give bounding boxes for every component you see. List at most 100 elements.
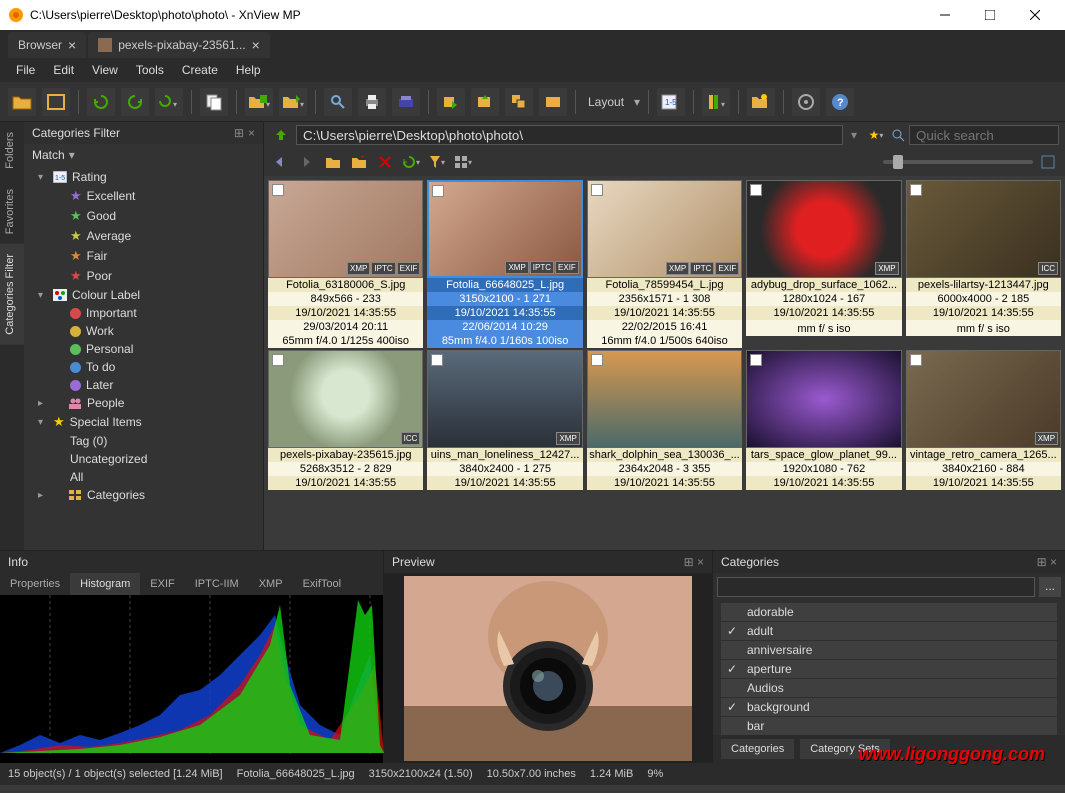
menu-create[interactable]: Create (174, 60, 226, 80)
side-tab-favorites[interactable]: Favorites (0, 179, 24, 244)
up-button[interactable] (270, 124, 292, 146)
tab-image[interactable]: pexels-pixabay-23561...× (88, 32, 270, 58)
tree-group[interactable]: ▾★Special Items (28, 412, 259, 432)
category-filter-input[interactable] (717, 577, 1035, 597)
thumbnail-size-slider[interactable] (883, 160, 1033, 164)
view-mode-button[interactable]: ▾ (452, 151, 474, 173)
menu-tools[interactable]: Tools (128, 60, 172, 80)
thumbnail-checkbox[interactable] (272, 354, 284, 366)
category-item[interactable]: ✓aperture (721, 660, 1057, 678)
rotate-cw-button[interactable] (121, 88, 149, 116)
search-button[interactable] (324, 88, 352, 116)
tab-category-sets[interactable]: Category Sets (800, 739, 890, 759)
category-item[interactable]: ✓background (721, 698, 1057, 716)
category-item[interactable]: bar (721, 717, 1057, 735)
tree-item[interactable]: Tag (0) (28, 432, 259, 450)
tree-group[interactable]: ▸People (28, 394, 259, 412)
info-tab-exiftool[interactable]: ExifTool (293, 573, 352, 595)
panel-close-icon[interactable]: × (1050, 555, 1057, 569)
new-folder-button[interactable]: * (348, 151, 370, 173)
forward-button[interactable] (296, 151, 318, 173)
search-input[interactable] (909, 125, 1059, 145)
filter-button[interactable]: ▾ (426, 151, 448, 173)
thumbnail-checkbox[interactable] (910, 354, 922, 366)
tab-browser[interactable]: Browser× (8, 32, 86, 58)
export-button[interactable] (471, 88, 499, 116)
delete-button[interactable] (374, 151, 396, 173)
menu-file[interactable]: File (8, 60, 43, 80)
settings-button[interactable] (792, 88, 820, 116)
tree-group[interactable]: ▸Categories (28, 486, 259, 504)
tree-item[interactable]: Personal (28, 340, 259, 358)
thumbnail[interactable]: XMPIPTCEXIFFotolia_78599454_L.jpg2356x15… (587, 180, 742, 348)
back-button[interactable] (270, 151, 292, 173)
info-tab-histogram[interactable]: Histogram (70, 573, 140, 595)
tree-group[interactable]: ▾Colour Label (28, 286, 259, 304)
thumbnail-checkbox[interactable] (910, 184, 922, 196)
print-button[interactable] (358, 88, 386, 116)
help-button[interactable]: ? (826, 88, 854, 116)
favorite-button[interactable]: ★▾ (865, 124, 887, 146)
tree-item[interactable]: Work (28, 322, 259, 340)
tree-item[interactable]: To do (28, 358, 259, 376)
thumbnail[interactable]: XMPIPTCEXIFFotolia_63180006_S.jpg849x566… (268, 180, 423, 348)
tree-item[interactable]: Important (28, 304, 259, 322)
sort-button[interactable]: 1-5 (657, 88, 685, 116)
copy-button[interactable] (200, 88, 228, 116)
maximize-icon[interactable] (1037, 151, 1059, 173)
rotate-ccw-button[interactable] (87, 88, 115, 116)
thumbnail[interactable]: shark_dolphin_sea_130036_...2364x2048 - … (587, 350, 742, 490)
info-tab-xmp[interactable]: XMP (249, 573, 293, 595)
tree-item[interactable]: ★Poor (28, 266, 259, 286)
tree-item[interactable]: Later (28, 376, 259, 394)
tree-item[interactable]: ★Good (28, 206, 259, 226)
close-icon[interactable]: × (68, 37, 76, 53)
close-button[interactable] (1012, 1, 1057, 29)
thumbnail-checkbox[interactable] (750, 184, 762, 196)
thumbnail[interactable]: XMPvintage_retro_camera_1265...3840x2160… (906, 350, 1061, 490)
panel-dock-icon[interactable]: ⊞ (684, 555, 694, 569)
thumbnail-checkbox[interactable] (750, 354, 762, 366)
thumbnail[interactable]: XMPIPTCEXIFFotolia_66648025_L.jpg3150x21… (427, 180, 582, 348)
tree-item[interactable]: ★Fair (28, 246, 259, 266)
tree-item[interactable]: Uncategorized (28, 450, 259, 468)
open-button[interactable] (8, 88, 36, 116)
category-item[interactable]: ✓adult (721, 622, 1057, 640)
thumbnail[interactable]: ICCpexels-lilartsy-1213447.jpg6000x4000 … (906, 180, 1061, 348)
category-item[interactable]: anniversaire (721, 641, 1057, 659)
panel-close-icon[interactable]: × (697, 555, 704, 569)
layout-dropdown[interactable]: Layout (584, 95, 628, 109)
thumbnail-checkbox[interactable] (432, 185, 444, 197)
info-tab-properties[interactable]: Properties (0, 573, 70, 595)
menu-edit[interactable]: Edit (45, 60, 82, 80)
thumbnail-checkbox[interactable] (272, 184, 284, 196)
minimize-button[interactable] (922, 1, 967, 29)
thumbnail[interactable]: XMPadybug_drop_surface_1062...1280x1024 … (746, 180, 901, 348)
checkbox[interactable]: ✓ (725, 700, 739, 714)
thumbnail[interactable]: ICCpexels-pixabay-235615.jpg5268x3512 - … (268, 350, 423, 490)
scan-button[interactable] (392, 88, 420, 116)
maximize-button[interactable] (967, 1, 1012, 29)
fullscreen-button[interactable] (42, 88, 70, 116)
preview-image[interactable] (384, 573, 712, 763)
bookmarks-button[interactable]: ▾ (702, 88, 730, 116)
thumbnail[interactable]: XMPuins_man_loneliness_12427...3840x2400… (427, 350, 582, 490)
info-tab-iptc-iim[interactable]: IPTC-IIM (185, 573, 249, 595)
thumbnail-checkbox[interactable] (431, 354, 443, 366)
category-item[interactable]: Audios (721, 679, 1057, 697)
thumbnail-checkbox[interactable] (591, 354, 603, 366)
rotate-dropdown-button[interactable]: ▾ (155, 88, 183, 116)
side-tab-folders[interactable]: Folders (0, 122, 24, 179)
folder-copy-button[interactable]: ▾ (245, 88, 273, 116)
close-icon[interactable]: × (252, 37, 260, 53)
side-tab-categories-filter[interactable]: Categories Filter (0, 244, 24, 345)
panel-dock-icon[interactable]: ⊞ (234, 126, 244, 140)
tab-categories[interactable]: Categories (721, 739, 794, 759)
slideshow-button[interactable] (539, 88, 567, 116)
panel-close-icon[interactable]: × (248, 126, 255, 140)
tree-item[interactable]: All (28, 468, 259, 486)
menu-help[interactable]: Help (228, 60, 269, 80)
batch-button[interactable] (505, 88, 533, 116)
chevron-down-icon[interactable]: ▾ (847, 128, 861, 142)
folder-button[interactable] (322, 151, 344, 173)
